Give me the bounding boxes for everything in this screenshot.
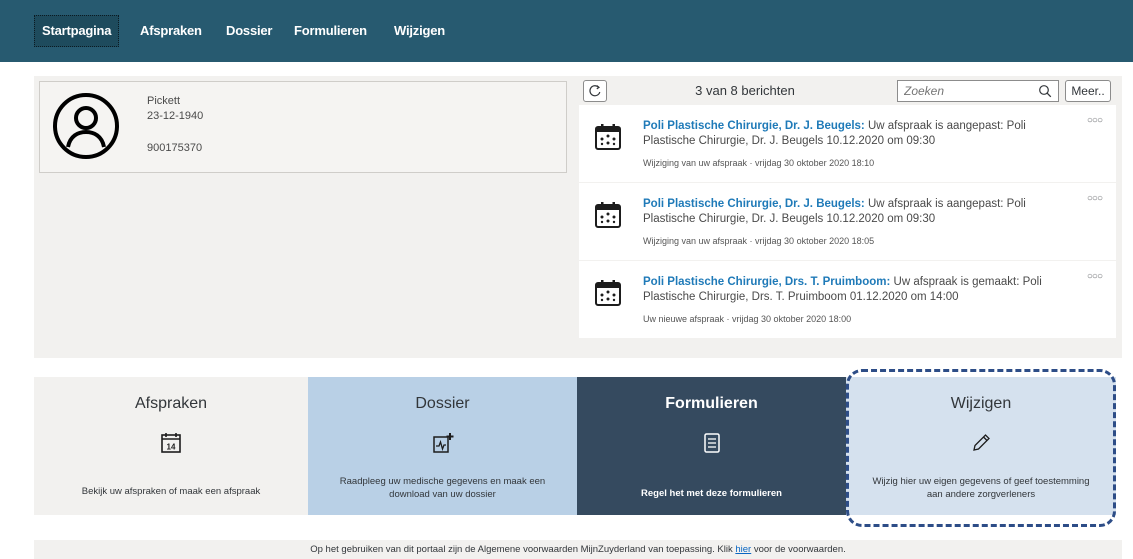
tile-description: Raadpleeg uw medische gegevens en maak e… (339, 476, 546, 500)
patient-number: 900175370 (147, 142, 203, 154)
terms-link[interactable]: hier (735, 544, 751, 555)
message-title[interactable]: Poli Plastische Chirurgie, Dr. J. Beugel… (643, 198, 865, 210)
tile-title: Formulieren (665, 395, 758, 412)
message-item[interactable]: Poli Plastische Chirurgie, Dr. J. Beugel… (579, 105, 1116, 182)
tile-description: Regel het met deze formulieren (641, 488, 782, 499)
medical-record-icon (432, 433, 453, 453)
more-button[interactable]: Meer.. (1065, 80, 1111, 102)
calendar-icon (595, 124, 621, 150)
search-icon[interactable] (1038, 84, 1052, 98)
nav-item-afspraken[interactable]: Afspraken (140, 16, 202, 46)
nav-item-formulieren[interactable]: Formulieren (294, 16, 367, 46)
search-input[interactable] (904, 83, 1024, 99)
pencil-icon (973, 434, 990, 451)
message-item[interactable]: Poli Plastische Chirurgie, Drs. T. Pruim… (579, 261, 1116, 338)
tile-title: Dossier (415, 395, 470, 412)
message-meta: Wijziging van uw afspraak · vrijdag 30 o… (643, 158, 875, 168)
form-icon (703, 433, 720, 453)
more-options-icon[interactable]: ○○○ (1087, 193, 1103, 204)
refresh-icon (589, 85, 601, 97)
tile-description: Bekijk uw afspraken of maak een afspraak (81, 486, 261, 497)
patient-birthdate: 23-12-1940 (147, 110, 204, 122)
more-options-icon[interactable]: ○○○ (1087, 115, 1103, 126)
patient-name: Pickett (147, 95, 181, 107)
message-text: Poli Plastische Chirurgie, Dr. J. Beugel… (643, 197, 1063, 227)
tile-title: Wijzigen (950, 395, 1012, 412)
nav-item-startpagina[interactable]: Startpagina (34, 15, 120, 47)
message-meta: Uw nieuwe afspraak · vrijdag 30 oktober … (643, 314, 852, 324)
more-options-icon[interactable]: ○○○ (1087, 271, 1103, 282)
user-circle-icon (51, 91, 121, 161)
svg-text:14: 14 (167, 443, 176, 452)
message-title[interactable]: Poli Plastische Chirurgie, Drs. T. Pruim… (643, 276, 890, 288)
footer-text-before: Op het gebruiken van dit portaal zijn de… (310, 544, 736, 555)
calendar-14-icon: 14 (161, 433, 181, 453)
calendar-icon (595, 280, 621, 306)
tile-dossier[interactable]: Dossier Raadpleeg uw medische gegevens e… (308, 377, 577, 515)
message-text: Poli Plastische Chirurgie, Drs. T. Pruim… (643, 275, 1063, 305)
tile-formulieren[interactable]: Formulieren Regel het met deze formulier… (577, 377, 846, 515)
tile-afspraken[interactable]: Afspraken 14 Bekijk uw afspraken of maak… (34, 377, 308, 515)
message-text: Poli Plastische Chirurgie, Dr. J. Beugel… (643, 119, 1063, 149)
nav-item-dossier[interactable]: Dossier (226, 16, 272, 46)
message-count: 3 van 8 berichten (695, 83, 795, 98)
calendar-icon (595, 202, 621, 228)
nav-item-wijzigen[interactable]: Wijzigen (394, 16, 445, 46)
tile-title: Afspraken (134, 395, 208, 412)
message-item[interactable]: Poli Plastische Chirurgie, Dr. J. Beugel… (579, 183, 1116, 260)
message-meta: Wijziging van uw afspraak · vrijdag 30 o… (643, 236, 875, 246)
message-title[interactable]: Poli Plastische Chirurgie, Dr. J. Beugel… (643, 120, 865, 132)
footer-text-after: voor de voorwaarden. (751, 544, 846, 555)
refresh-button[interactable] (583, 80, 607, 102)
top-navigation-bar: Startpagina Afspraken Dossier Formuliere… (0, 0, 1133, 62)
search-field[interactable] (897, 80, 1059, 102)
footer-terms: Op het gebruiken van dit portaal zijn de… (34, 540, 1122, 559)
tile-description: Wijzig hier uw eigen gegevens of geef to… (872, 476, 1090, 500)
tile-wijzigen[interactable]: Wijzigen Wijzig hier uw eigen gegevens o… (846, 377, 1116, 515)
